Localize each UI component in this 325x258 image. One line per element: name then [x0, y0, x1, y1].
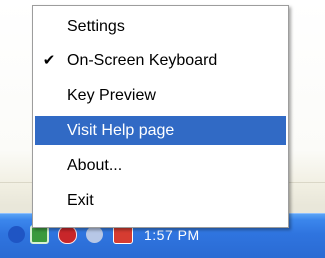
menu-item-visit-help-page[interactable]: Visit Help page — [35, 116, 286, 145]
network-icon[interactable] — [8, 226, 25, 243]
menu-item-label: Settings — [67, 18, 125, 35]
menu-item-settings[interactable]: Settings — [35, 12, 286, 41]
menu-item-label: About... — [67, 157, 123, 174]
menu-item-label: Key Preview — [67, 87, 156, 104]
check-icon: ✔ — [42, 52, 56, 69]
menu-item-label: Visit Help page — [67, 122, 175, 139]
menu-item-exit[interactable]: Exit — [35, 186, 286, 215]
menu-item-on-screen-keyboard[interactable]: ✔ On-Screen Keyboard — [35, 46, 286, 75]
menu-item-label: On-Screen Keyboard — [67, 52, 218, 69]
connection-icon[interactable] — [86, 226, 103, 243]
menu-item-key-preview[interactable]: Key Preview — [35, 81, 286, 110]
menu-item-label: Exit — [67, 192, 94, 209]
context-menu: Settings ✔ On-Screen Keyboard Key Previe… — [32, 5, 289, 228]
tray-clock[interactable]: 1:57 PM — [144, 227, 200, 243]
menu-item-about[interactable]: About... — [35, 151, 286, 180]
